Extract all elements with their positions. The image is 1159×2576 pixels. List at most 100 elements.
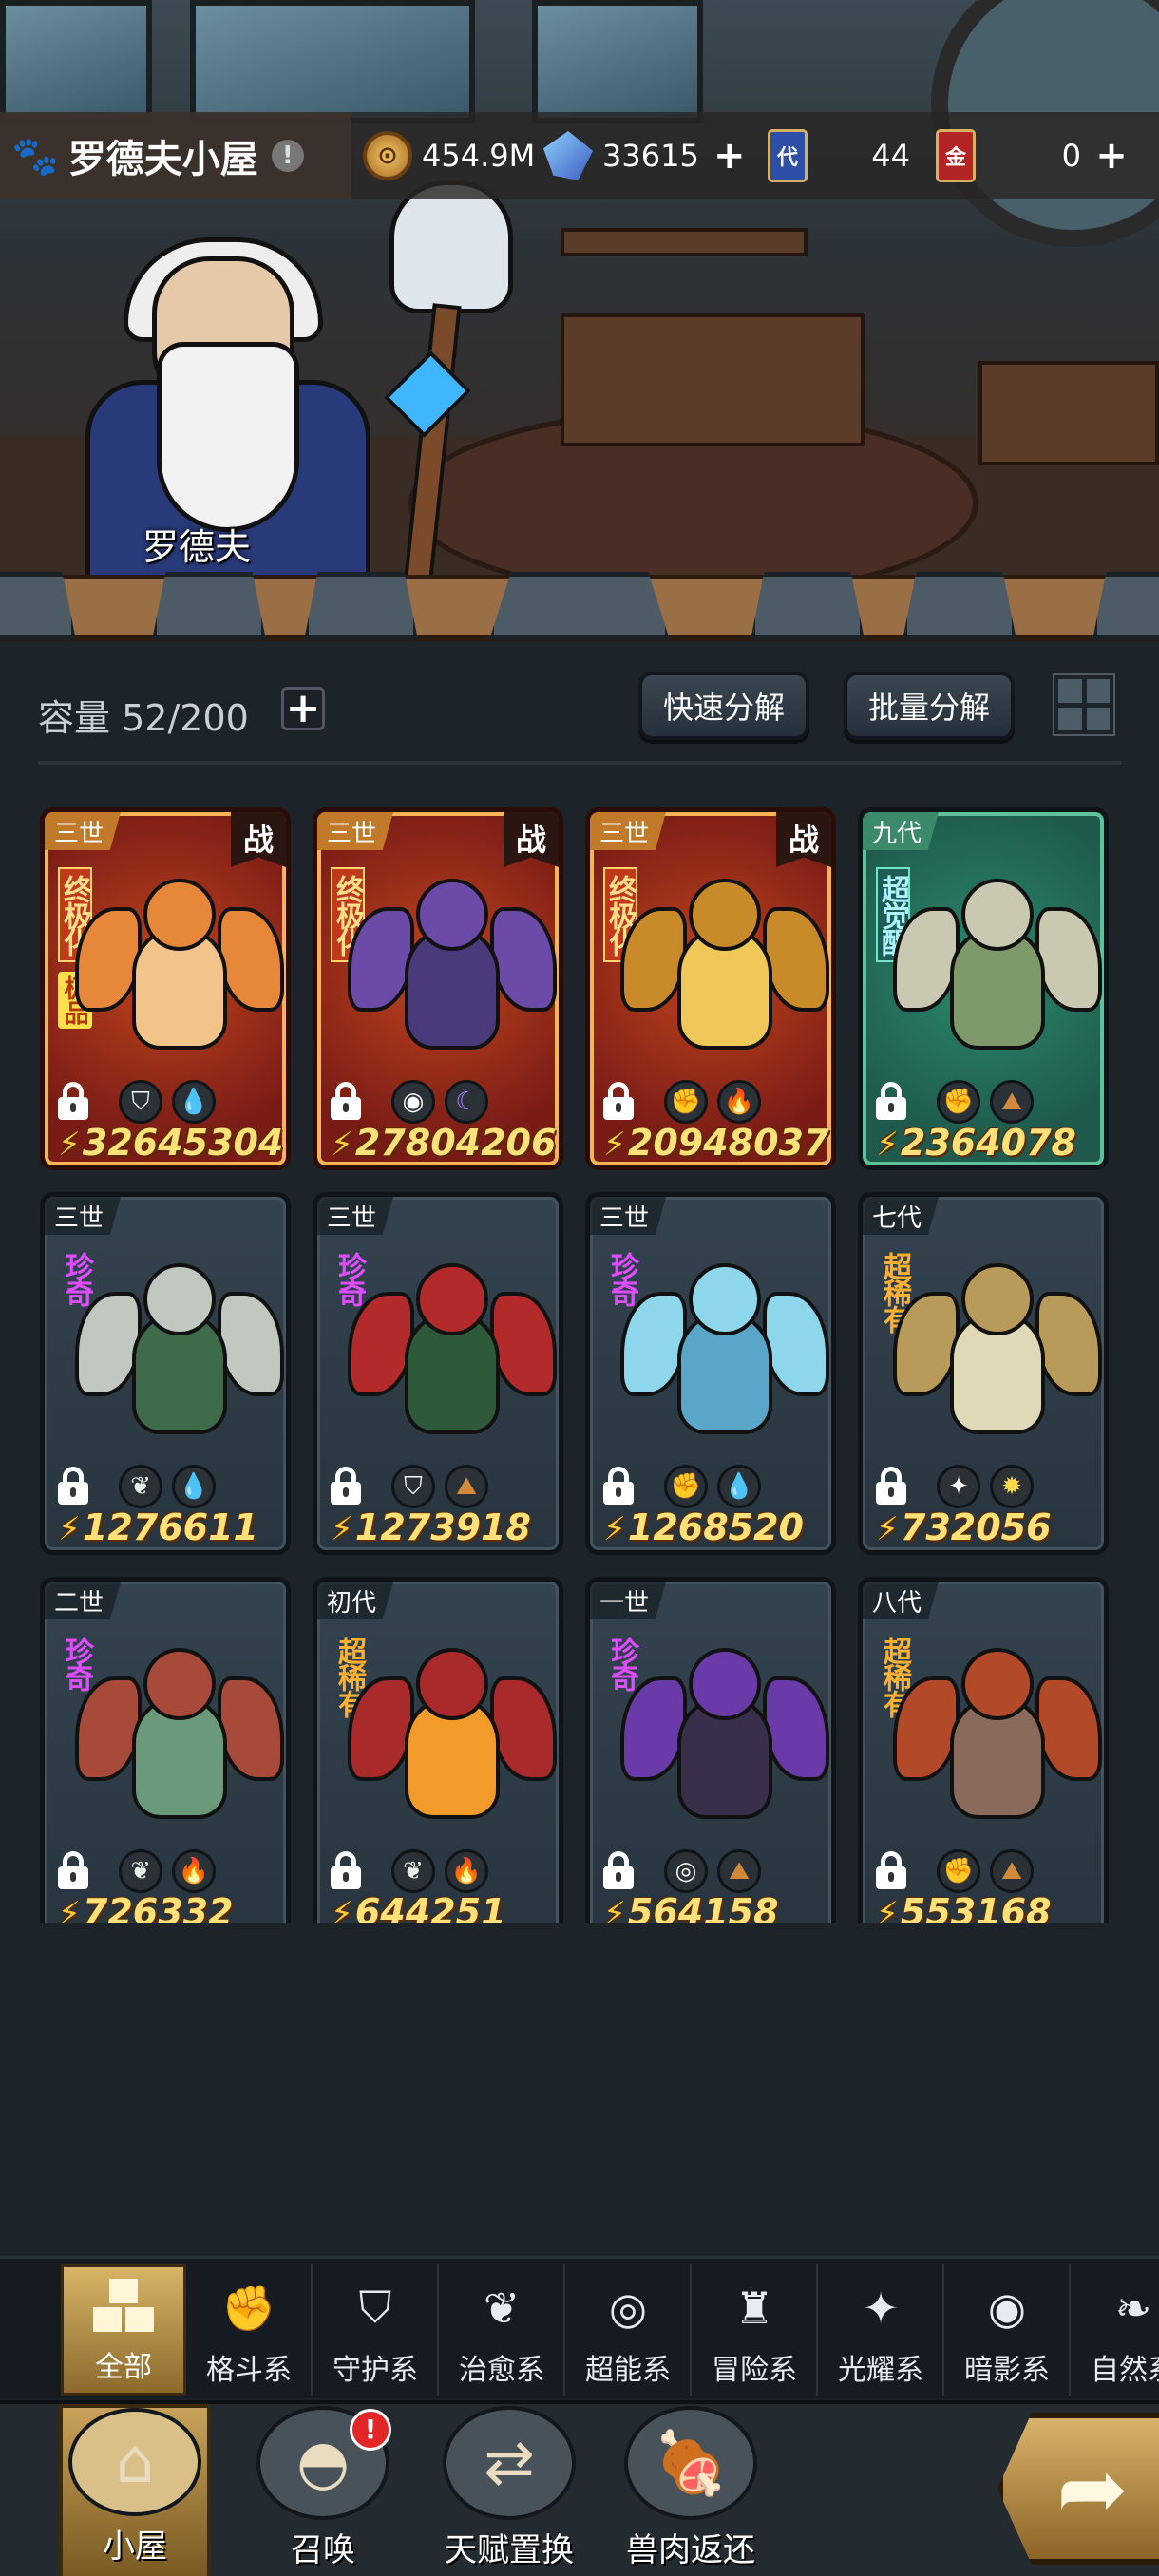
- grid-view-toggle[interactable]: [1053, 673, 1115, 736]
- lock-icon[interactable]: [603, 1851, 634, 1889]
- pet-card[interactable]: 七代 超稀有 ✦ ✹ ⚡ 732056: [858, 1192, 1109, 1555]
- lock-icon[interactable]: [876, 1467, 906, 1505]
- pet-card[interactable]: 三世战终极化 极品 ⛉ 💧 ⚡ 32645304: [40, 807, 291, 1170]
- leaf-icon: ❦: [119, 1849, 162, 1893]
- window: [0, 0, 152, 123]
- generation-label: 二世: [45, 1582, 122, 1619]
- tab-psychic[interactable]: ◎ 超能系: [566, 2264, 692, 2396]
- adventure-icon: ♜: [734, 2282, 774, 2334]
- power-icon: ⚡: [58, 1895, 81, 1923]
- pet-portrait: [620, 869, 829, 1078]
- pet-portrait: [75, 869, 284, 1078]
- quick-decompose-button[interactable]: 快速分解: [638, 672, 810, 740]
- power-icon: ⚡: [58, 1510, 81, 1548]
- arrow-forward-button[interactable]: ➦: [998, 2413, 1159, 2565]
- power-icon: ⚡: [58, 1126, 81, 1164]
- capacity-display: 容量 52/200: [38, 689, 249, 741]
- lock-icon[interactable]: [58, 1082, 88, 1120]
- cabinet: [978, 361, 1159, 465]
- combat-power: ⚡ 1273918: [331, 1506, 531, 1548]
- pet-card-grid: 三世战终极化 极品 ⛉ 💧 ⚡ 32645304 三世战终极化 ◉ ☾ ⚡ 27804206 三世战终…: [40, 807, 1123, 1923]
- combat-power: ⚡ 2364078: [876, 1122, 1076, 1164]
- pet-portrait: [893, 869, 1102, 1078]
- power-icon: ⚡: [331, 1510, 353, 1548]
- gold-card-value: 0: [1061, 138, 1081, 174]
- tab-label: 全部: [95, 2351, 152, 2384]
- psychic-icon: ◎: [608, 2282, 648, 2334]
- tab-all-blocks[interactable]: 全部: [61, 2264, 186, 2396]
- divider: [38, 761, 1121, 765]
- lock-icon[interactable]: [331, 1082, 361, 1120]
- lock-icon[interactable]: [58, 1467, 88, 1505]
- battle-badge: 战: [776, 812, 831, 867]
- tab-label: 冒险系: [712, 2354, 797, 2387]
- tab-fist[interactable]: ✊ 格斗系: [187, 2264, 313, 2396]
- tab-shield[interactable]: ⛉ 守护系: [314, 2264, 439, 2396]
- pet-card[interactable]: 九代 超觉醒 ✊ ⛰ ⚡ 2364078: [858, 807, 1109, 1170]
- combat-power: ⚡ 732056: [876, 1506, 1052, 1548]
- combat-power: ⚡ 20948037: [603, 1122, 828, 1164]
- all-blocks-icon: [93, 2275, 154, 2336]
- add-gold-card-button[interactable]: +: [1092, 137, 1130, 175]
- power-icon: ⚡: [603, 1126, 626, 1164]
- nav-label: 小屋: [103, 2528, 167, 2566]
- rarity-label: 珍奇: [605, 1637, 638, 1690]
- lock-icon[interactable]: [603, 1467, 634, 1505]
- nav-swap[interactable]: ⇄ 天赋置换: [424, 2404, 595, 2576]
- generation-card-value: 44: [871, 138, 910, 174]
- combat-power: ⚡ 1268520: [603, 1506, 804, 1548]
- generation-label: 八代: [863, 1582, 940, 1619]
- tab-label: 格斗系: [206, 2354, 292, 2387]
- pet-portrait: [620, 1254, 829, 1463]
- generation-card-resource: 代 44: [768, 127, 910, 184]
- rarity-label: 珍奇: [332, 1252, 366, 1305]
- power-value: 644251: [354, 1891, 506, 1923]
- pet-card[interactable]: 三世 珍奇 ✊ 💧 ⚡ 1268520: [585, 1192, 836, 1555]
- lock-icon[interactable]: [603, 1082, 634, 1120]
- pet-card[interactable]: 一世 珍奇 ◎ ⛰ ⚡ 564158: [585, 1577, 836, 1923]
- psychic-icon: ◎: [664, 1849, 708, 1893]
- power-value: 726332: [82, 1891, 234, 1923]
- pet-card[interactable]: 三世 珍奇 ❦ 💧 ⚡ 1276611: [40, 1192, 291, 1555]
- resource-bar: 🐾 罗德夫小屋 ! ⊙ 454.9M 33615 + 代 44 金 0 +: [0, 112, 1159, 199]
- tab-shadow-eye[interactable]: ◉ 暗影系: [945, 2264, 1071, 2396]
- lock-icon[interactable]: [58, 1851, 88, 1889]
- add-crystal-button[interactable]: +: [711, 137, 749, 175]
- npc-name: 罗德夫: [142, 526, 252, 568]
- lock-icon[interactable]: [331, 1467, 361, 1505]
- pet-portrait: [620, 1638, 829, 1847]
- tab-leaf[interactable]: ❦ 治愈系: [440, 2264, 565, 2396]
- expand-capacity-button[interactable]: +: [281, 687, 325, 730]
- shadow-eye-icon: ◉: [391, 1080, 435, 1124]
- shield-icon: ⛉: [119, 1080, 162, 1124]
- lock-icon[interactable]: [331, 1851, 361, 1889]
- power-value: 1273918: [354, 1506, 531, 1548]
- gold-coin-icon: ⊙: [363, 131, 412, 180]
- tab-star-cross[interactable]: ✦ 光耀系: [819, 2264, 944, 2396]
- pet-card[interactable]: 三世 珍奇 ⛉ ⛰ ⚡ 1273918: [313, 1192, 563, 1555]
- power-value: 732056: [900, 1506, 1052, 1548]
- combat-power: ⚡ 644251: [331, 1891, 506, 1923]
- page-title: 罗德夫小屋: [67, 138, 258, 181]
- earth-icon: ⛰: [990, 1080, 1034, 1124]
- pet-portrait: [348, 1638, 557, 1847]
- star-cross-icon: ✦: [862, 2282, 900, 2334]
- nav-meat[interactable]: 🍖 兽肉返还: [605, 2404, 776, 2576]
- info-icon[interactable]: !: [271, 140, 304, 172]
- earth-icon: ⛰: [445, 1465, 488, 1508]
- pet-card[interactable]: 初代 超稀有 ❦ 🔥 ⚡ 644251: [313, 1577, 563, 1923]
- lock-icon[interactable]: [876, 1851, 906, 1889]
- pet-card[interactable]: 三世战终极化 ✊ 🔥 ⚡ 20948037: [585, 807, 836, 1170]
- batch-decompose-button[interactable]: 批量分解: [844, 672, 1016, 740]
- tab-adventure[interactable]: ♜ 冒险系: [693, 2264, 818, 2396]
- tab-label: 自然系: [1091, 2354, 1159, 2387]
- pet-card[interactable]: 八代 超稀有 ✊ ⛰ ⚡ 553168: [858, 1577, 1109, 1923]
- pet-card[interactable]: 二世 珍奇 ❦ 🔥 ⚡ 726332: [40, 1577, 291, 1923]
- lock-icon[interactable]: [876, 1082, 906, 1120]
- tab-nature[interactable]: ❧ 自然系: [1072, 2264, 1159, 2396]
- pet-portrait: [893, 1638, 1102, 1847]
- pet-card[interactable]: 三世战终极化 ◉ ☾ ⚡ 27804206: [313, 807, 563, 1170]
- nav-house[interactable]: ⌂ 小屋: [59, 2404, 211, 2576]
- power-value: 2364078: [900, 1122, 1076, 1164]
- water-drop-icon: 💧: [172, 1465, 216, 1508]
